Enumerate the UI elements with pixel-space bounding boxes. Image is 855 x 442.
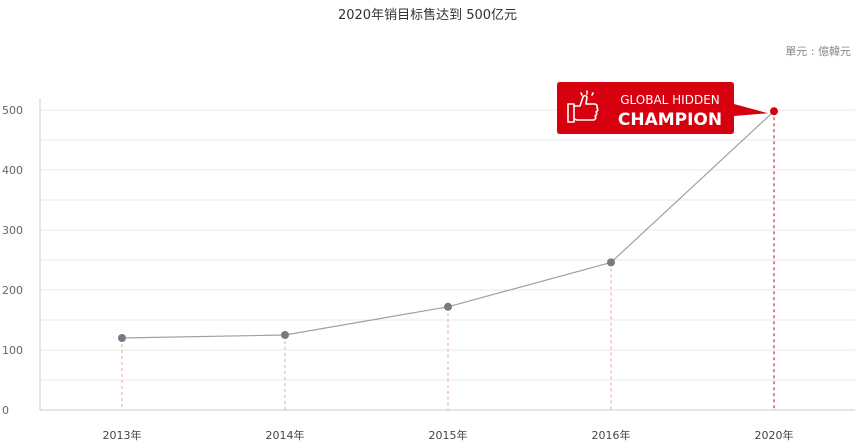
y-tick-label: 100 xyxy=(2,344,23,357)
badge-line1: GLOBAL HIDDEN xyxy=(620,93,720,107)
data-point xyxy=(444,302,452,311)
badge-line2: CHAMPION xyxy=(618,110,722,130)
y-tick-label: 0 xyxy=(2,404,9,417)
grid-lines xyxy=(40,109,855,411)
x-tick-label: 2020年 xyxy=(755,428,794,442)
data-point xyxy=(607,258,615,267)
x-tick-label: 2015年 xyxy=(429,428,468,442)
y-tick-label: 400 xyxy=(2,164,23,177)
line-chart: 0 100 200 300 400 500 2013年 2014年 2015年 2016年 2020… xyxy=(2,82,855,442)
y-tick-label: 500 xyxy=(2,104,23,117)
axis-labels: 0 100 200 300 400 500 2013年 2014年 2015年 2016年 2020… xyxy=(2,104,794,442)
x-tick-label: 2013年 xyxy=(103,428,142,442)
x-tick-label: 2014年 xyxy=(266,428,305,442)
hidden-champion-badge: GLOBAL HIDDEN CHAMPION xyxy=(557,82,768,134)
y-tick-label: 300 xyxy=(2,224,23,237)
spark-line xyxy=(580,92,583,96)
spark-line xyxy=(591,92,594,96)
data-point xyxy=(118,334,126,342)
data-point xyxy=(770,107,778,116)
x-tick-label: 2016年 xyxy=(592,428,631,442)
data-point xyxy=(281,331,289,339)
y-tick-label: 200 xyxy=(2,284,23,297)
drop-lines xyxy=(121,111,775,410)
data-markers xyxy=(118,107,778,342)
